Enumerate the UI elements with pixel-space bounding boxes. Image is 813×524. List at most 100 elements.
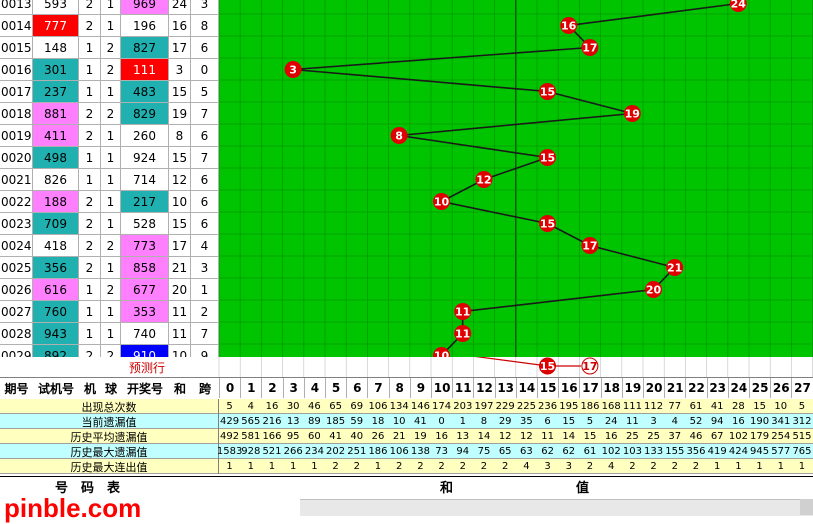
span-cell: 6 xyxy=(191,191,219,212)
span-cell: 5 xyxy=(191,81,219,102)
sum-cell: 15 xyxy=(169,147,191,168)
sum-cell: 11 xyxy=(169,323,191,344)
sum-cell: 16 xyxy=(169,15,191,36)
stats-value: 266 xyxy=(283,445,303,457)
header-sum-column: 23 xyxy=(706,378,728,398)
horizontal-scrollbar[interactable] xyxy=(300,499,813,516)
ball-cell: 2 xyxy=(101,103,121,124)
sum-ball-label: 17 xyxy=(582,240,597,253)
sum-ball-label: 15 xyxy=(540,152,555,165)
table-row: 0021 826 1 1 714 12 6 xyxy=(0,169,219,191)
ball-cell: 1 xyxy=(101,125,121,146)
stats-value: 5 xyxy=(798,400,806,412)
draw-number-cell: 217 xyxy=(121,191,169,212)
number-table: 0013 593 2 1 969 24 3 0014 777 2 1 196 16 8 0015 148 1 2 8… xyxy=(0,0,219,367)
header-sum-column: 26 xyxy=(770,378,791,398)
span-cell: 6 xyxy=(191,169,219,190)
ball-cell: 1 xyxy=(101,147,121,168)
stats-value: 69 xyxy=(350,400,364,412)
sum-cell: 3 xyxy=(169,59,191,80)
sum-ball-label: 11 xyxy=(455,328,470,341)
issue-cell: 0016 xyxy=(0,59,33,80)
test-number-cell: 356 xyxy=(33,257,79,278)
stats-value: 1 xyxy=(226,460,233,472)
draw-number-cell: 353 xyxy=(121,301,169,322)
stats-value: 94 xyxy=(710,415,724,427)
stats-value: 133 xyxy=(644,445,664,457)
sum-ball-label: 11 xyxy=(455,306,470,319)
stats-value: 254 xyxy=(771,430,791,442)
stats-value: 12 xyxy=(520,430,533,442)
header-sum-column: 17 xyxy=(579,378,600,398)
issue-cell: 0017 xyxy=(0,81,33,102)
header-sum-column: 8 xyxy=(388,378,410,398)
sum-ball-label: 17 xyxy=(582,42,597,55)
test-number-cell: 418 xyxy=(33,235,79,256)
stats-row: 历史平均遗漏值 492 581 166 95 60 41 40 26 21 19 16 13 14 12 12… xyxy=(0,429,813,444)
stats-value: 577 xyxy=(771,445,791,457)
header-issue: 期号 xyxy=(4,381,29,396)
machine-cell: 1 xyxy=(79,147,101,168)
stats-value: 61 xyxy=(689,400,703,412)
table-row: 0025 356 2 1 858 21 3 xyxy=(0,257,219,279)
stats-value: 197 xyxy=(474,400,494,412)
test-number-cell: 709 xyxy=(33,213,79,234)
sum-ball-label: 15 xyxy=(540,86,555,99)
predict-svg: 15 17 xyxy=(218,357,813,377)
header-sum-column: 13 xyxy=(494,378,516,398)
stats-value: 168 xyxy=(601,400,621,412)
stats-value: 225 xyxy=(516,400,536,412)
table-row: 0015 148 1 2 827 17 6 xyxy=(0,37,219,59)
span-cell: 2 xyxy=(191,301,219,322)
ball-cell: 1 xyxy=(101,15,121,36)
stats-value: 40 xyxy=(350,430,364,442)
stats-value: 5 xyxy=(226,400,233,412)
stats-value: 312 xyxy=(792,415,812,427)
stats-value: 419 xyxy=(707,445,727,457)
stats-value: 13 xyxy=(286,415,300,427)
machine-cell: 2 xyxy=(79,15,101,36)
stats-value: 52 xyxy=(689,415,703,427)
issue-cell: 0028 xyxy=(0,323,33,344)
stats-value: 95 xyxy=(286,430,300,442)
stats-value: 25 xyxy=(626,430,639,442)
table-row: 0016 301 1 2 111 3 0 xyxy=(0,59,219,81)
stats-value: 111 xyxy=(622,400,642,412)
ball-cell: 1 xyxy=(101,81,121,102)
scrollbar-thumb[interactable] xyxy=(800,499,813,515)
stats-value: 10 xyxy=(392,415,406,427)
draw-number-cell: 829 xyxy=(121,103,169,124)
stats-value: 0 xyxy=(438,415,445,427)
stats-value: 174 xyxy=(432,400,452,412)
stats-value: 1 xyxy=(735,460,742,472)
ball-cell: 1 xyxy=(101,257,121,278)
ball-cell: 1 xyxy=(101,323,121,344)
span-cell: 1 xyxy=(191,279,219,300)
issue-cell: 0014 xyxy=(0,15,33,36)
span-cell: 3 xyxy=(191,0,219,14)
header-sum-column: 11 xyxy=(452,378,473,398)
stats-value: 15 xyxy=(753,400,766,412)
stats-value: 60 xyxy=(308,430,321,442)
sum-ball-label: 20 xyxy=(646,284,662,297)
predict-ball-label: 15 xyxy=(540,360,555,373)
sum-cell: 11 xyxy=(169,301,191,322)
table-row: 0022 188 2 1 217 10 6 xyxy=(0,191,219,213)
sum-cell: 24 xyxy=(169,0,191,14)
machine-cell: 1 xyxy=(79,37,101,58)
header-sum-column: 22 xyxy=(685,378,706,398)
header-sum-column: 19 xyxy=(621,378,643,398)
table-row: 0017 237 1 1 483 15 5 xyxy=(0,81,219,103)
stats-value: 15 xyxy=(583,430,597,442)
draw-number-cell: 196 xyxy=(121,15,169,36)
stats-value: 14 xyxy=(562,430,576,442)
stats-value: 14 xyxy=(477,430,491,442)
sum-cell: 21 xyxy=(169,257,191,278)
stats-value: 2 xyxy=(438,460,445,472)
ball-cell: 2 xyxy=(101,59,121,80)
test-number-cell: 411 xyxy=(33,125,79,146)
stats-row-label: 历史最大连出值 xyxy=(0,459,219,474)
span-cell: 4 xyxy=(191,235,219,256)
ball-cell: 2 xyxy=(101,37,121,58)
stats-value: 4 xyxy=(523,460,530,472)
